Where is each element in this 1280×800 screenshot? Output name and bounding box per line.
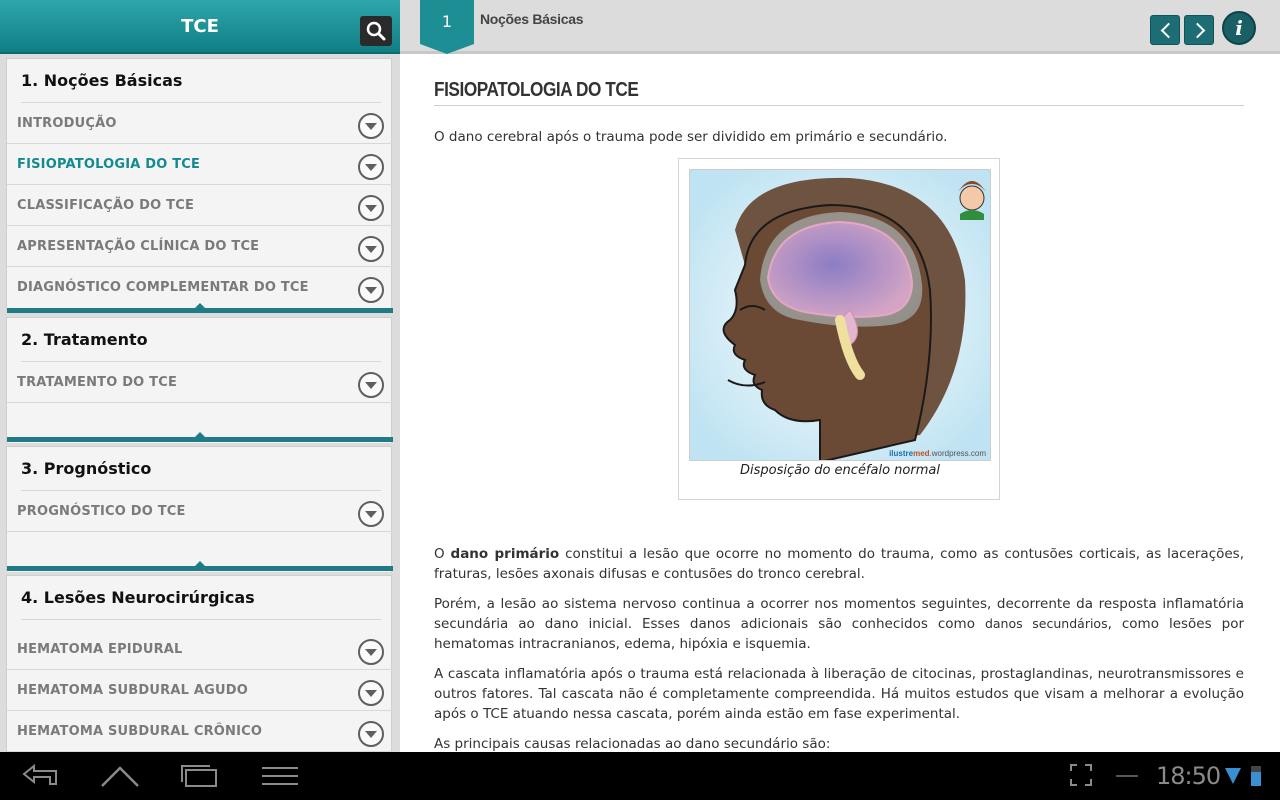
sidebar-item-apresentacao-clinica[interactable]: APRESENTAÇÃO CLÍNICA DO TCE bbox=[7, 226, 393, 267]
sidebar-item-label: TRATAMENTO DO TCE bbox=[17, 375, 178, 390]
clock[interactable]: 18:50 bbox=[1156, 762, 1221, 790]
sidebar-item-classificacao[interactable]: CLASSIFICAÇÃO DO TCE bbox=[7, 185, 393, 226]
battery-icon bbox=[1251, 766, 1261, 786]
article-title: FISIOPATOLOGIA DO TCE bbox=[434, 79, 639, 101]
article-content[interactable]: FISIOPATOLOGIA DO TCE O dano cerebral ap… bbox=[400, 57, 1280, 752]
section-divider-bar bbox=[7, 561, 393, 571]
sidebar-item-hematoma-epidural[interactable]: HEMATOMA EPIDURAL bbox=[7, 629, 393, 670]
section-title: 4. Lesões Neurocirúrgicas bbox=[21, 588, 255, 607]
divider bbox=[21, 619, 381, 620]
chevron-down-icon[interactable] bbox=[358, 195, 384, 221]
sidebar-item-label: HEMATOMA SUBDURAL CRÔNICO bbox=[17, 724, 263, 739]
section-title: 3. Prognóstico bbox=[21, 459, 152, 478]
system-navigation-bar: 18:50 bbox=[0, 752, 1280, 800]
sidebar-item-label: CLASSIFICAÇÃO DO TCE bbox=[17, 198, 195, 213]
section-lesoes-neurocirurgicas: 4. Lesões Neurocirúrgicas HEMATOMA EPIDU… bbox=[6, 575, 393, 752]
wifi-icon bbox=[1225, 768, 1241, 784]
paragraph-dano-primario: O dano primário constitui a lesão que oc… bbox=[434, 546, 1245, 582]
sidebar-item-tratamento[interactable]: TRATAMENTO DO TCE bbox=[7, 362, 393, 403]
current-section-name: Noções Básicas bbox=[480, 11, 584, 27]
sidebar-item-label: DIAGNÓSTICO COMPLEMENTAR DO TCE bbox=[17, 280, 309, 295]
fullscreen-icon[interactable] bbox=[1068, 762, 1094, 788]
sidebar-item-hematoma-subdural-agudo[interactable]: HEMATOMA SUBDURAL AGUDO bbox=[7, 670, 393, 711]
info-button[interactable]: i bbox=[1222, 11, 1256, 45]
chevron-down-icon[interactable] bbox=[358, 277, 384, 303]
figure: ilustremed.wordpress.com Disposição do e… bbox=[678, 158, 1000, 500]
brain-illustration: ilustremed.wordpress.com bbox=[689, 169, 991, 461]
figure-caption: Disposição do encéfalo normal bbox=[740, 463, 940, 478]
sidebar-item-label: HEMATOMA SUBDURAL AGUDO bbox=[17, 683, 248, 698]
sidebar-item-label: PROGNÓSTICO DO TCE bbox=[17, 504, 186, 519]
page-number: 1 bbox=[441, 12, 453, 31]
image-watermark: ilustremed.wordpress.com bbox=[889, 449, 986, 458]
section-title: 2. Tratamento bbox=[21, 330, 148, 349]
sidebar-item-label: INTRODUÇÃO bbox=[17, 116, 117, 131]
notification-icon[interactable] bbox=[1114, 762, 1140, 788]
chevron-down-icon[interactable] bbox=[358, 154, 384, 180]
chevron-down-icon[interactable] bbox=[358, 236, 384, 262]
chevron-down-icon[interactable] bbox=[358, 372, 384, 398]
back-icon[interactable] bbox=[20, 762, 62, 790]
chevron-down-icon[interactable] bbox=[358, 501, 384, 527]
chevron-down-icon[interactable] bbox=[358, 113, 384, 139]
next-page-button[interactable] bbox=[1184, 15, 1214, 45]
chevron-down-icon[interactable] bbox=[358, 721, 384, 747]
chevron-down-icon[interactable] bbox=[358, 680, 384, 706]
search-icon bbox=[366, 21, 386, 41]
paragraph-dano-secundario: Porém, a lesão ao sistema nervoso contin… bbox=[434, 596, 1245, 652]
section-prognostico: 3. Prognóstico PROGNÓSTICO DO TCE bbox=[6, 446, 393, 572]
home-icon[interactable] bbox=[98, 762, 142, 790]
recent-apps-icon[interactable] bbox=[178, 762, 222, 790]
paragraph-cascata: A cascata inflamatória após o trauma est… bbox=[434, 666, 1244, 722]
sidebar-item-introducao[interactable]: INTRODUÇÃO bbox=[7, 103, 393, 144]
sidebar: TCE 1. Noções Básicas INTRODUÇÃO FISIOPA… bbox=[0, 0, 400, 752]
search-button[interactable] bbox=[360, 16, 392, 46]
section-nocoes-basicas: 1. Noções Básicas INTRODUÇÃO FISIOPATOLO… bbox=[6, 58, 393, 313]
section-tratamento: 2. Tratamento TRATAMENTO DO TCE bbox=[6, 317, 393, 443]
section-title: 1. Noções Básicas bbox=[21, 71, 183, 90]
sidebar-item-prognostico[interactable]: PROGNÓSTICO DO TCE bbox=[7, 491, 393, 532]
title-divider bbox=[434, 105, 1244, 106]
sidebar-item-label: FISIOPATOLOGIA DO TCE bbox=[17, 157, 201, 172]
section-divider-bar bbox=[7, 432, 393, 442]
section-divider-bar bbox=[7, 303, 393, 313]
paragraph-causas: As principais causas relacionadas ao dan… bbox=[434, 736, 831, 752]
sidebar-item-hematoma-subdural-cronico[interactable]: HEMATOMA SUBDURAL CRÔNICO bbox=[7, 711, 393, 752]
top-bar: 1 Noções Básicas i bbox=[400, 0, 1280, 54]
info-icon: i bbox=[1235, 16, 1243, 40]
chevron-down-icon[interactable] bbox=[358, 639, 384, 665]
sidebar-item-label: APRESENTAÇÃO CLÍNICA DO TCE bbox=[17, 239, 260, 254]
sidebar-item-fisiopatologia[interactable]: FISIOPATOLOGIA DO TCE bbox=[7, 144, 393, 185]
sidebar-item-diagnostico[interactable]: DIAGNÓSTICO COMPLEMENTAR DO TCE bbox=[7, 267, 393, 308]
menu-icon[interactable] bbox=[258, 762, 302, 790]
sidebar-header: TCE bbox=[0, 0, 400, 54]
app-title: TCE bbox=[181, 16, 219, 37]
intro-paragraph: O dano cerebral após o trauma pode ser d… bbox=[434, 129, 948, 145]
sidebar-item-label: HEMATOMA EPIDURAL bbox=[17, 642, 183, 657]
previous-page-button[interactable] bbox=[1150, 15, 1180, 45]
